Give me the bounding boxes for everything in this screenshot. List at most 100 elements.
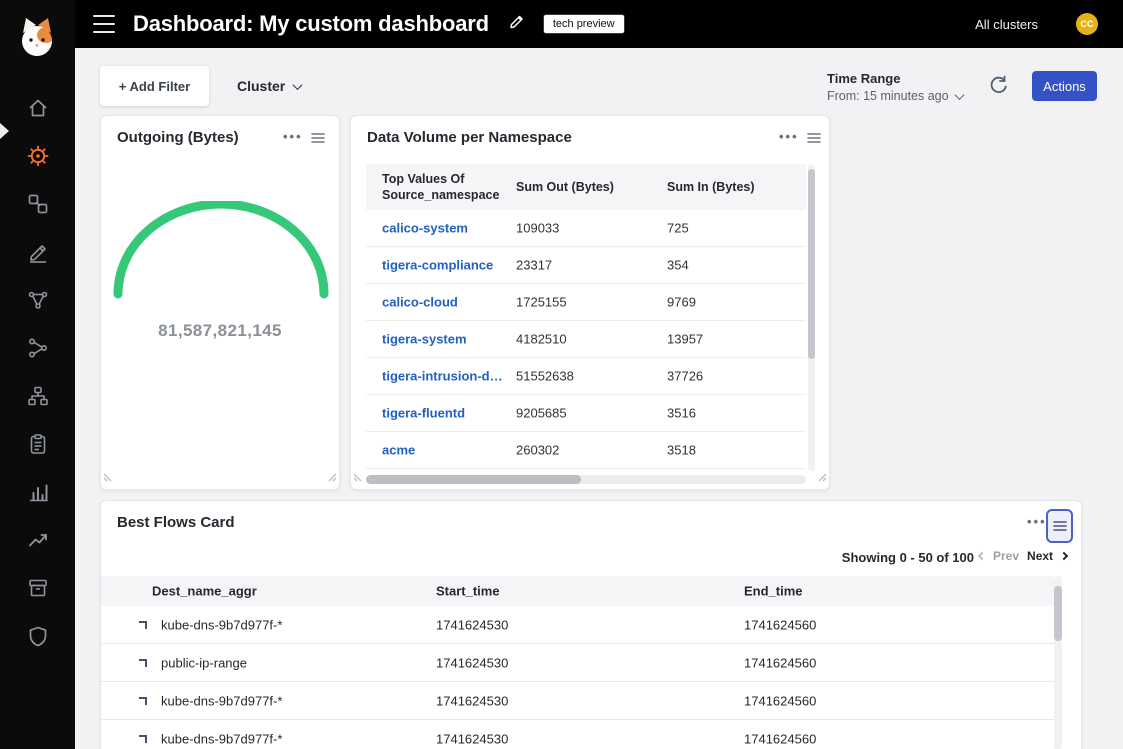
namespace-table: Top Values Of Source_namespace Sum Out (… xyxy=(366,164,806,469)
table-row: acme 260302 3518 xyxy=(366,432,806,469)
drag-handle-selected[interactable] xyxy=(1046,509,1073,543)
table-row: tigera-compliance 23317 354 xyxy=(366,247,806,284)
namespace-link[interactable]: tigera-intrusion-d… xyxy=(382,369,503,384)
table-row[interactable]: kube-dns-9b7d977f-* 1741624530 174162456… xyxy=(101,682,1054,720)
column-header-sum-out[interactable]: Sum Out (Bytes) xyxy=(516,179,614,195)
sum-in-value: 37726 xyxy=(667,369,703,384)
vertical-scrollbar-thumb[interactable] xyxy=(808,169,815,359)
sidebar-expand-notch[interactable] xyxy=(0,123,9,139)
end-time: 1741624560 xyxy=(744,655,816,670)
home-icon[interactable] xyxy=(0,95,75,121)
table-header-row: Dest_name_aggr Start_time End_time xyxy=(101,576,1054,606)
dest-name: public-ip-range xyxy=(161,655,247,670)
sum-out-value: 23317 xyxy=(516,258,552,273)
cluster-dropdown[interactable]: Cluster xyxy=(237,66,301,106)
compliance-icon[interactable] xyxy=(0,431,75,457)
namespace-link[interactable]: calico-system xyxy=(382,221,468,236)
chevron-down-icon xyxy=(954,90,964,100)
sum-in-value: 9769 xyxy=(667,295,696,310)
sum-in-value: 3516 xyxy=(667,406,696,421)
namespace-link[interactable]: calico-cloud xyxy=(382,295,458,310)
storage-icon[interactable] xyxy=(0,575,75,601)
edit-title-icon[interactable] xyxy=(507,13,525,36)
namespace-link[interactable]: tigera-compliance xyxy=(382,258,493,273)
table-row: tigera-fluentd 9205685 3516 xyxy=(366,395,806,432)
end-time: 1741624560 xyxy=(744,617,816,632)
chevron-right-icon[interactable] xyxy=(1060,552,1068,560)
column-header-dest[interactable]: Dest_name_aggr xyxy=(152,584,257,599)
pagination-status: Showing 0 - 50 of 100 xyxy=(842,550,974,565)
expand-chevron-icon[interactable] xyxy=(139,697,147,705)
card-menu-icon[interactable]: ••• xyxy=(283,130,303,143)
resize-corner-icon[interactable] xyxy=(327,469,337,487)
policies-icon[interactable] xyxy=(0,239,75,265)
sum-out-value: 51552638 xyxy=(516,369,574,384)
namespace-link[interactable]: acme xyxy=(382,443,415,458)
card-title: Best Flows Card xyxy=(117,514,235,531)
namespace-link[interactable]: tigera-system xyxy=(382,332,467,347)
dest-name: kube-dns-9b7d977f-* xyxy=(161,617,282,632)
table-row[interactable]: kube-dns-9b7d977f-* 1741624530 174162456… xyxy=(101,720,1054,749)
column-header-start[interactable]: Start_time xyxy=(436,584,500,599)
column-header-sum-in[interactable]: Sum In (Bytes) xyxy=(667,179,755,195)
best-flows-card: Best Flows Card ••• Showing 0 - 50 of 10… xyxy=(100,500,1082,749)
network-sets-icon[interactable] xyxy=(0,287,75,313)
endpoints-icon[interactable] xyxy=(0,191,75,217)
resize-corner-icon[interactable] xyxy=(103,469,113,487)
sum-out-value: 109033 xyxy=(516,221,559,236)
cluster-selector[interactable]: All clusters xyxy=(975,17,1038,32)
add-filter-button[interactable]: + Add Filter xyxy=(100,66,209,106)
sum-in-value: 725 xyxy=(667,221,689,236)
outgoing-bytes-card: Outgoing (Bytes) ••• 81,587,821,145 xyxy=(100,115,340,490)
card-menu-icon[interactable]: ••• xyxy=(779,130,799,143)
end-time: 1741624560 xyxy=(744,693,816,708)
chevron-left-icon[interactable] xyxy=(978,552,986,560)
table-row: calico-system 109033 725 xyxy=(366,210,806,247)
logs-chart-icon[interactable] xyxy=(0,479,75,505)
sum-out-value: 4182510 xyxy=(516,332,567,347)
resize-corner-icon[interactable] xyxy=(353,469,363,487)
column-header-namespace[interactable]: Top Values Of Source_namespace xyxy=(382,171,502,204)
sum-in-value: 13957 xyxy=(667,332,703,347)
sum-out-value: 1725155 xyxy=(516,295,567,310)
expand-chevron-icon[interactable] xyxy=(139,659,147,667)
column-header-end[interactable]: End_time xyxy=(744,584,803,599)
prev-button[interactable]: Prev xyxy=(993,549,1019,563)
horizontal-scrollbar-track xyxy=(366,475,806,484)
drag-handle-icon[interactable] xyxy=(806,131,822,149)
service-graph-icon[interactable] xyxy=(0,335,75,361)
resize-corner-icon[interactable] xyxy=(817,469,827,487)
trends-icon[interactable] xyxy=(0,527,75,553)
cluster-dropdown-label: Cluster xyxy=(237,78,285,94)
horizontal-scrollbar-thumb[interactable] xyxy=(366,475,581,484)
next-button[interactable]: Next xyxy=(1027,549,1053,563)
hamburger-menu-icon[interactable] xyxy=(93,15,115,33)
page-title: Dashboard: My custom dashboard xyxy=(133,11,489,37)
user-avatar[interactable]: CC xyxy=(1076,13,1098,35)
start-time: 1741624530 xyxy=(436,655,508,670)
expand-chevron-icon[interactable] xyxy=(139,735,147,743)
dest-name: kube-dns-9b7d977f-* xyxy=(161,693,282,708)
clusters-icon[interactable] xyxy=(0,383,75,409)
namespace-link[interactable]: tigera-fluentd xyxy=(382,406,465,421)
card-menu-icon[interactable]: ••• xyxy=(1027,515,1047,528)
table-header-row: Top Values Of Source_namespace Sum Out (… xyxy=(366,164,806,210)
drag-handle-icon[interactable] xyxy=(310,131,326,149)
table-row: tigera-system 4182510 13957 xyxy=(366,321,806,358)
time-range-value[interactable]: From: 15 minutes ago xyxy=(827,89,963,103)
data-volume-card: Data Volume per Namespace ••• Top Values… xyxy=(350,115,830,490)
actions-button[interactable]: Actions xyxy=(1032,71,1097,101)
calico-logo[interactable] xyxy=(16,15,58,64)
table-row[interactable]: kube-dns-9b7d977f-* 1741624530 174162456… xyxy=(101,606,1054,644)
refresh-icon[interactable] xyxy=(987,74,1011,98)
expand-chevron-icon[interactable] xyxy=(139,621,147,629)
sum-in-value: 3518 xyxy=(667,443,696,458)
table-row[interactable]: public-ip-range 1741624530 1741624560 xyxy=(101,644,1054,682)
vertical-scrollbar-thumb[interactable] xyxy=(1054,586,1062,641)
dashboards-helm-icon-active[interactable] xyxy=(0,143,75,169)
end-time: 1741624560 xyxy=(744,731,816,746)
top-bar: Dashboard: My custom dashboard tech prev… xyxy=(0,0,1123,48)
card-title: Data Volume per Namespace xyxy=(367,129,572,146)
time-range-text: From: 15 minutes ago xyxy=(827,89,949,103)
security-shield-icon[interactable] xyxy=(0,623,75,649)
